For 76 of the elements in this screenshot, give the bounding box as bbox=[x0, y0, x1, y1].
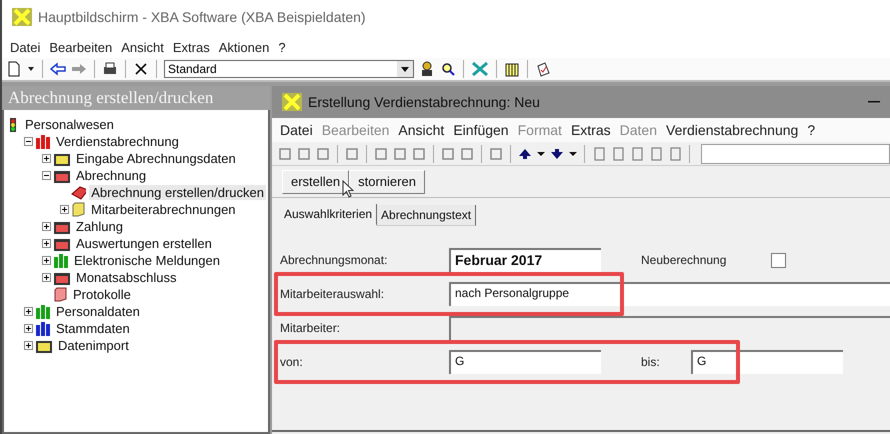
window-title: Erstellung Verdienstabrechnung: Neu bbox=[308, 94, 541, 110]
tree-item[interactable]: Datenimport bbox=[56, 338, 131, 353]
field-label: bis: bbox=[640, 355, 661, 369]
expand-icon[interactable] bbox=[42, 239, 51, 248]
menu-item[interactable]: Extras bbox=[172, 40, 210, 54]
arrow-up-icon[interactable] bbox=[518, 146, 532, 160]
tree-item[interactable]: Eingabe Abrechnungsdaten bbox=[74, 151, 238, 166]
field-label: Mitarbeiter: bbox=[280, 321, 342, 335]
menu-item[interactable]: Datei bbox=[10, 40, 40, 54]
tree-item[interactable]: Elektronische Meldungen bbox=[72, 253, 222, 268]
tree-item[interactable]: Auswertungen erstellen bbox=[74, 236, 214, 251]
tree-item[interactable]: Monatsabschluss bbox=[74, 270, 178, 285]
tree-item[interactable]: Abrechnung bbox=[74, 168, 148, 183]
menu-item[interactable]: Datei bbox=[280, 122, 313, 138]
field-label: von: bbox=[280, 355, 304, 369]
menu-item[interactable]: Ansicht bbox=[121, 40, 164, 54]
input-field[interactable] bbox=[701, 144, 890, 164]
menu-item[interactable]: Extras bbox=[570, 122, 611, 138]
back-arrow-icon[interactable] bbox=[50, 61, 66, 77]
window-title: Hauptbildschirm - XBA Software (XBA Beispieldaten) bbox=[38, 9, 366, 25]
field-label: Abrechnungsmonat: bbox=[280, 253, 388, 267]
menu-item[interactable]: Verdienstabrechnung bbox=[666, 122, 798, 138]
expand-icon[interactable] bbox=[42, 256, 51, 265]
menu-item[interactable]: Einfügen bbox=[453, 122, 509, 138]
file-box-icon bbox=[54, 270, 71, 284]
collapse-icon[interactable] bbox=[24, 137, 33, 146]
field-label: Mitarbeiterauswahl: bbox=[280, 287, 386, 301]
expand-icon[interactable] bbox=[24, 341, 33, 350]
expand-icon[interactable] bbox=[24, 307, 33, 316]
selection-field[interactable]: nach Personalgruppe bbox=[449, 282, 890, 306]
panel-title: Abrechnung erstellen/drucken bbox=[2, 86, 270, 110]
cursor-icon bbox=[342, 180, 354, 198]
person-icon[interactable] bbox=[419, 61, 435, 77]
minimize-icon[interactable] bbox=[868, 101, 880, 103]
tree-item[interactable]: Abrechnung erstellen/drucken bbox=[89, 185, 266, 200]
expand-icon[interactable] bbox=[42, 273, 51, 282]
tree-item[interactable]: Personalwesen bbox=[23, 117, 116, 132]
checkbox[interactable] bbox=[771, 252, 786, 268]
tree-item[interactable]: Verdienstabrechnung bbox=[54, 134, 181, 149]
menu-item[interactable]: ? bbox=[278, 40, 286, 54]
menu-item[interactable]: Ansicht bbox=[398, 122, 444, 138]
spreadsheet-icon[interactable] bbox=[471, 61, 489, 77]
expand-icon[interactable] bbox=[60, 205, 69, 214]
option-label: Neuberechnung bbox=[640, 253, 728, 267]
search-icon[interactable] bbox=[440, 61, 456, 77]
menu-item[interactable]: ? bbox=[807, 122, 816, 138]
expand-icon[interactable] bbox=[42, 154, 51, 163]
tree-item[interactable]: Mitarbeiterabrechnungen bbox=[89, 202, 238, 217]
collapse-icon[interactable] bbox=[42, 171, 51, 180]
menu-item[interactable]: Bearbeiten bbox=[49, 40, 112, 54]
tree-item[interactable]: Zahlung bbox=[74, 219, 125, 234]
menu-item[interactable]: Aktionen bbox=[218, 40, 270, 54]
tree-item[interactable]: Protokolle bbox=[71, 287, 133, 302]
file-box-icon bbox=[54, 168, 71, 182]
folder-icon bbox=[54, 152, 71, 166]
action-button[interactable]: stornieren bbox=[349, 170, 425, 194]
to-field[interactable]: G bbox=[691, 350, 843, 374]
app-logo-icon bbox=[12, 8, 32, 26]
folder-icon bbox=[36, 338, 53, 352]
forward-arrow-icon[interactable] bbox=[71, 61, 87, 77]
file-box-icon bbox=[54, 236, 71, 250]
tree-item[interactable]: Stammdaten bbox=[54, 321, 132, 336]
expand-icon[interactable] bbox=[42, 222, 51, 231]
file-box-icon bbox=[54, 220, 71, 234]
view-dropdown[interactable]: Standard bbox=[164, 60, 414, 78]
app-logo-icon bbox=[282, 93, 302, 111]
new-document-icon[interactable] bbox=[6, 61, 22, 77]
tree-item[interactable]: Personaldaten bbox=[54, 304, 142, 319]
from-field[interactable]: G bbox=[449, 350, 601, 374]
action-button[interactable]: erstellen bbox=[282, 170, 350, 194]
month-field[interactable]: Februar 2017 bbox=[449, 248, 601, 272]
tab[interactable]: Abrechnungstext bbox=[377, 205, 476, 226]
expand-icon[interactable] bbox=[24, 324, 33, 333]
close-icon[interactable] bbox=[133, 61, 149, 77]
caret-icon bbox=[401, 66, 409, 72]
arrow-down-icon[interactable] bbox=[550, 146, 564, 160]
